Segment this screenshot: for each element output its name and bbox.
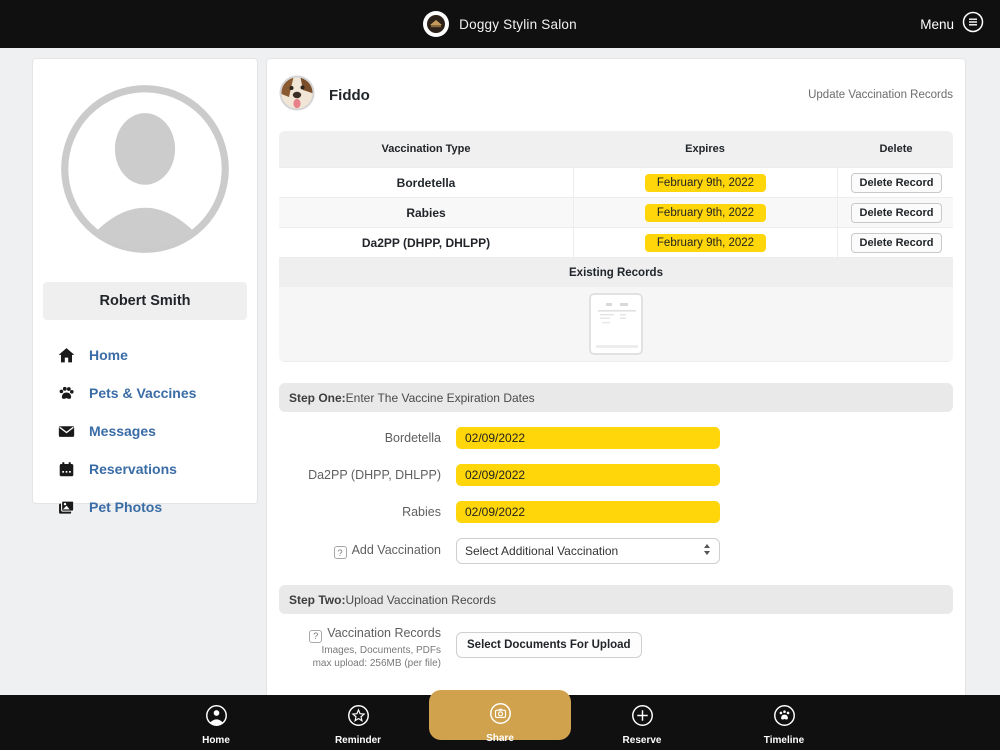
vaccination-table: Vaccination Type Expires Delete Bordetel… [279,131,953,362]
da2pp-date-input[interactable] [456,464,720,486]
sidebar-item-home[interactable]: Home [43,338,247,372]
existing-records-area [279,287,953,361]
table-row: Bordetella February 9th, 2022 Delete Rec… [279,167,953,197]
bottomnav-item-share[interactable]: Share [429,690,571,744]
timeline-paw-icon [773,704,796,732]
step-two-text: Upload Vaccination Records [345,592,496,607]
vaccination-type-cell: Bordetella [279,167,573,197]
rabies-date-input[interactable] [456,501,720,523]
bottomnav-label: Reminder [334,735,382,746]
app-title: Doggy Stylin Salon [459,16,577,32]
expires-badge: February 9th, 2022 [644,173,767,192]
sidebar-item-label: Pet Photos [89,499,163,515]
vaccination-type-cell: Da2PP (DHPP, DHLPP) [279,227,573,257]
hamburger-icon [962,11,984,38]
expires-badge: February 9th, 2022 [644,233,767,252]
salon-logo-icon [423,11,450,37]
update-vaccination-records-link[interactable]: Update Vaccination Records [808,89,953,101]
bordetella-label: Bordetella [384,431,441,445]
reminder-star-icon [347,704,370,732]
home-icon [57,346,75,364]
sidebar-item-reservations[interactable]: Reservations [43,452,247,486]
step-one-text: Enter The Vaccine Expiration Dates [345,390,535,405]
vaccination-records-label: Vaccination Records [327,626,441,640]
delete-record-button[interactable]: Delete Record [850,172,943,193]
da2pp-field-row: Da2PP (DHPP, DHLPP) [279,464,953,486]
bottomnav-label: Reserve [622,735,662,746]
table-row: Da2PP (DHPP, DHLPP) February 9th, 2022 D… [279,227,953,257]
add-vaccination-row: ? Add Vaccination Select Additional Vacci… [279,538,953,564]
rabies-field-row: Rabies [279,501,953,523]
select-stepper-icon [703,543,711,559]
vaccination-type-cell: Rabies [279,197,573,227]
bottomnav-label: Share [486,733,514,744]
sidebar-item-label: Pets & Vaccines [89,385,197,401]
add-vaccination-label: ? Add Vaccination [279,543,441,560]
topbar: Doggy Stylin Salon Menu [0,0,1000,48]
sidebar-item-label: Messages [89,423,156,439]
bottomnav-label: Home [202,735,230,746]
sidebar-item-label: Reservations [89,461,177,477]
reserve-plus-icon [631,704,654,732]
sidebar-item-label: Home [89,347,128,363]
pet-header: Fiddo Update Vaccination Records [279,71,953,119]
step-two-heading: Step Two: Upload Vaccination Records [279,585,953,614]
profile-icon [205,704,228,732]
column-header-vaccination-type: Vaccination Type [381,143,471,155]
upload-row: ? Vaccination Records Images, Documents, … [279,626,953,669]
user-name: Robert Smith [43,282,247,320]
bottomnav-item-reserve[interactable]: Reserve [571,695,713,750]
existing-record-thumbnail[interactable] [589,293,643,355]
delete-record-button[interactable]: Delete Record [850,232,943,253]
sidebar: Robert Smith Home Pets & Vaccines Messag… [32,58,258,515]
pet-avatar [279,75,315,116]
page-background: Robert Smith Home Pets & Vaccines Messag… [0,48,1000,750]
user-avatar-placeholder [59,83,231,260]
help-icon[interactable]: ? [309,629,323,643]
bottomnav-item-timeline[interactable]: Timeline [713,695,855,750]
additional-vaccination-select[interactable]: Select Additional Vaccination [456,538,720,564]
expires-badge: February 9th, 2022 [644,203,767,222]
menu-label: Menu [920,16,954,32]
table-row: Rabies February 9th, 2022 Delete Record [279,197,953,227]
bottomnav-item-reminder[interactable]: Reminder [287,695,429,750]
bottom-nav: Home Reminder Share Reserve Timeline [0,690,1000,750]
rabies-label: Rabies [402,505,441,519]
calendar-icon [57,460,75,478]
sidebar-nav: Home Pets & Vaccines Messages Reservatio… [43,338,247,524]
sidebar-item-pet-photos[interactable]: Pet Photos [43,490,247,524]
upload-labels: ? Vaccination Records Images, Documents, … [279,626,441,669]
step-two-label: Step Two: [289,592,346,607]
main-panel: Fiddo Update Vaccination Records Vaccina… [266,58,966,748]
add-vaccination-text: Add Vaccination [351,542,441,557]
select-value: Select Additional Vaccination [465,544,619,558]
share-camera-icon [489,702,512,730]
sidebar-item-pets-vaccines[interactable]: Pets & Vaccines [43,376,247,410]
pet-name: Fiddo [329,86,370,104]
existing-records-title: Existing Records [279,257,953,287]
bordetella-date-input[interactable] [456,427,720,449]
bottomnav-label: Timeline [763,735,805,746]
menu-button[interactable]: Menu [920,0,984,48]
da2pp-label: Da2PP (DHPP, DHLPP) [308,468,441,482]
bottomnav-item-home[interactable]: Home [145,695,287,750]
envelope-icon [57,422,75,440]
upload-hint-maxsize: max upload: 256MB (per file) [312,657,441,669]
delete-record-button[interactable]: Delete Record [850,202,943,223]
column-header-delete: Delete [879,143,913,155]
sidebar-item-messages[interactable]: Messages [43,414,247,448]
step-one-heading: Step One: Enter The Vaccine Expiration D… [279,383,953,412]
column-header-expires: Expires [685,143,725,155]
select-documents-button[interactable]: Select Documents For Upload [456,632,642,658]
photos-icon [57,498,75,516]
upload-hint-filetypes: Images, Documents, PDFs [321,644,441,656]
help-icon[interactable]: ? [333,546,347,560]
topbar-brand: Doggy Stylin Salon [0,0,1000,48]
step-one-label: Step One: [289,390,346,405]
table-header-row: Vaccination Type Expires Delete [279,131,953,167]
paw-icon [57,384,75,402]
bordetella-field-row: Bordetella [279,427,953,449]
